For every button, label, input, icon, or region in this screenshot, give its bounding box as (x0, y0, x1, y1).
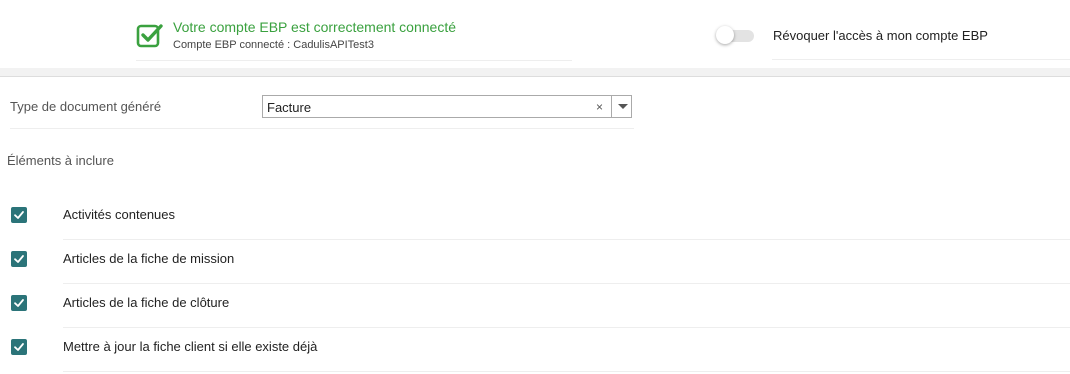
revoke-access-label: Révoquer l'accès à mon compte EBP (773, 28, 988, 43)
checkbox-checked-icon[interactable] (11, 251, 27, 267)
ebp-settings-page: Votre compte EBP est correctement connec… (0, 0, 1070, 374)
elements-section-title: Éléments à inclure (7, 153, 114, 168)
document-type-select[interactable]: Facture × (262, 95, 632, 118)
list-item[interactable]: Activités contenues (0, 196, 1070, 240)
connected-account-info: Compte EBP connecté : CadulisAPITest3 (173, 39, 374, 51)
divider (772, 59, 1070, 60)
divider (10, 128, 634, 129)
option-label: Articles de la fiche de clôture (63, 295, 230, 310)
toggle-knob (716, 26, 734, 44)
divider (63, 371, 1070, 372)
checkbox-checked-icon (136, 22, 163, 48)
option-label: Activités contenues (63, 207, 176, 222)
document-type-label: Type de document généré (10, 99, 162, 114)
option-label: Mettre à jour la fiche client si elle ex… (63, 339, 318, 354)
list-item[interactable]: Mettre à jour la fiche client si elle ex… (0, 328, 1070, 372)
checkbox-checked-icon[interactable] (11, 339, 27, 355)
revoke-access-control: Révoquer l'accès à mon compte EBP (716, 18, 1070, 60)
chevron-down-icon[interactable] (618, 104, 628, 109)
checkbox-checked-icon[interactable] (11, 207, 27, 223)
list-item[interactable]: Articles de la fiche de clôture (0, 284, 1070, 328)
clear-icon[interactable]: × (596, 99, 603, 115)
connection-status: Votre compte EBP est correctement connec… (136, 18, 572, 61)
option-label: Articles de la fiche de mission (63, 251, 235, 266)
checkbox-checked-icon[interactable] (11, 295, 27, 311)
revoke-access-toggle[interactable] (716, 26, 754, 44)
list-item[interactable]: Articles de la fiche de mission (0, 240, 1070, 284)
connection-status-title: Votre compte EBP est correctement connec… (173, 19, 457, 35)
select-separator (611, 96, 612, 117)
document-type-value: Facture (267, 100, 312, 115)
section-divider (0, 68, 1070, 77)
